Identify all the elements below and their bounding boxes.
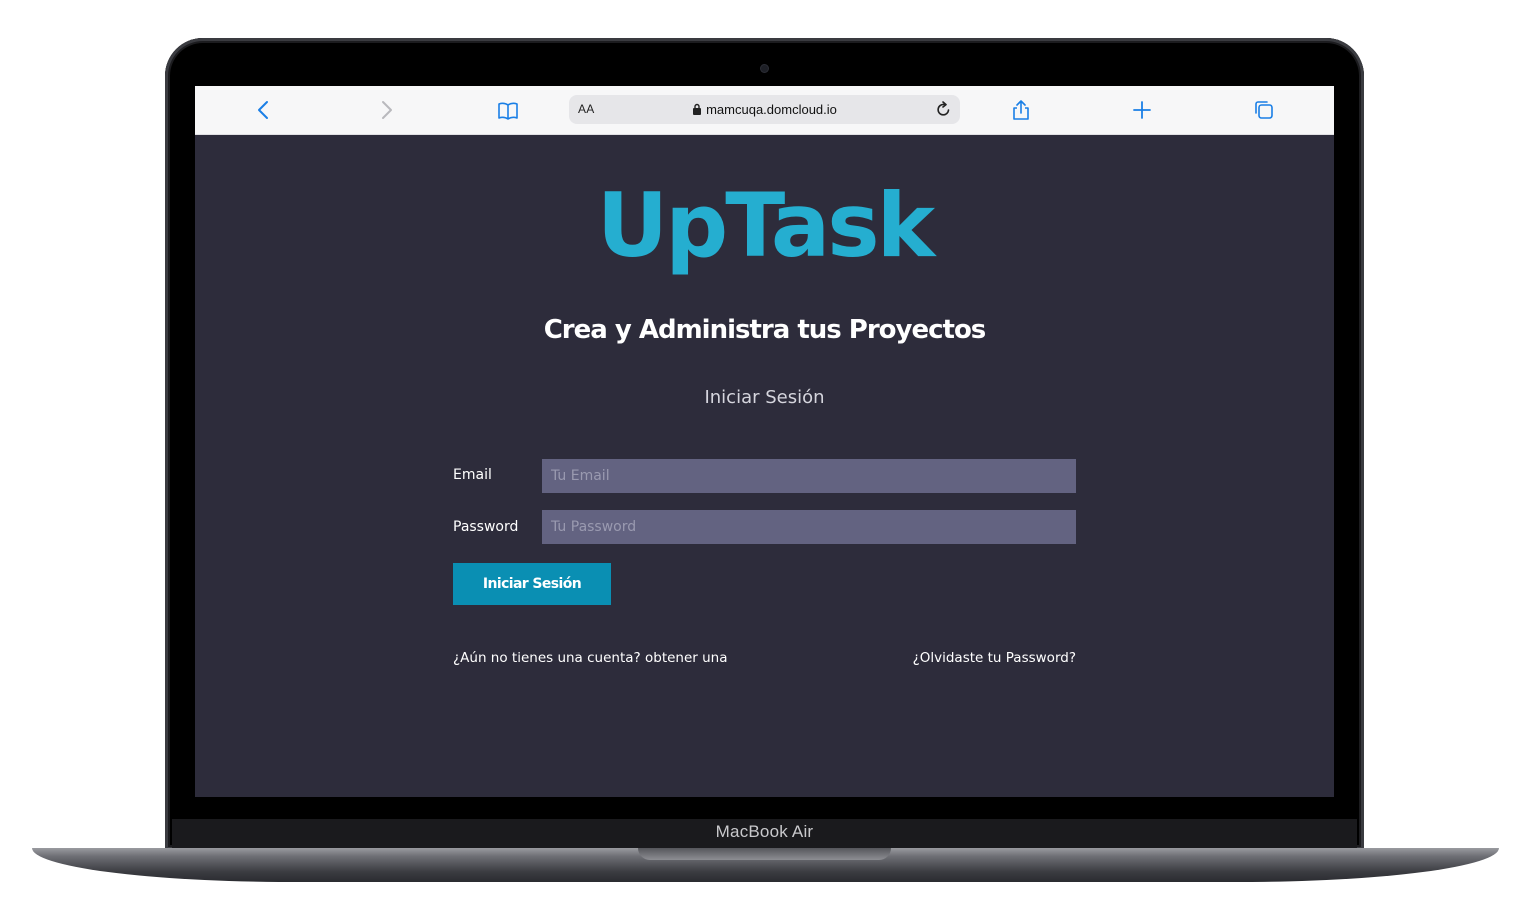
laptop-notch <box>638 848 891 860</box>
email-label: Email <box>453 467 492 483</box>
reload-icon[interactable] <box>935 101 952 118</box>
plus-icon[interactable] <box>1131 99 1153 121</box>
tagline: Crea y Administra tus Proyectos <box>543 315 987 345</box>
address-bar[interactable]: AA mamcuqa.domcloud.io <box>569 95 960 124</box>
email-field[interactable] <box>542 459 1076 493</box>
login-button[interactable]: Iniciar Sesión <box>453 563 611 605</box>
lock-icon <box>693 103 702 115</box>
signup-link[interactable]: ¿Aún no tienes una cuenta? obtener una <box>453 650 728 666</box>
password-field[interactable] <box>542 510 1076 544</box>
book-icon[interactable] <box>497 99 519 121</box>
chevron-left-icon[interactable] <box>253 99 275 121</box>
password-label: Password <box>453 519 519 535</box>
device-label: MacBook Air <box>715 822 814 841</box>
url-display[interactable]: mamcuqa.domcloud.io <box>569 102 960 117</box>
browser-toolbar: AA mamcuqa.domcloud.io <box>195 86 1334 135</box>
forgot-password-link[interactable]: ¿Olvidaste tu Password? <box>913 650 1076 666</box>
chevron-right-icon[interactable] <box>375 99 397 121</box>
camera <box>761 65 768 72</box>
form-title: Iniciar Sesión <box>704 387 825 408</box>
screen: AA mamcuqa.domcloud.io UpTask Crea y Adm… <box>195 86 1334 797</box>
share-icon[interactable] <box>1010 99 1032 121</box>
app-logo: UpTask <box>596 174 935 277</box>
url-text: mamcuqa.domcloud.io <box>706 102 837 117</box>
tabs-icon[interactable] <box>1253 99 1275 121</box>
